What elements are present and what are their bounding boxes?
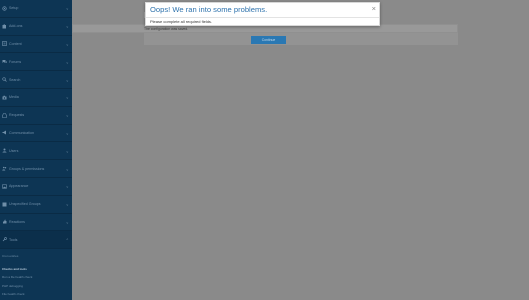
sidebar-item-requests[interactable]: Requests ⌄ <box>0 107 72 125</box>
sidebar-item-users[interactable]: Users ⌄ <box>0 142 72 161</box>
chevron-down-icon: ⌄ <box>65 23 69 29</box>
chevron-down-icon: ⌄ <box>65 41 69 47</box>
submenu-item[interactable]: File health check <box>2 290 70 299</box>
submenu-item[interactable]: Run a file health check <box>2 273 70 282</box>
chevron-down-icon: ⌄ <box>65 166 69 172</box>
sidebar-item-communication[interactable]: Communication ⌄ <box>0 125 72 143</box>
sidebar: Setup ⌄ Add-ons ⌄ Content ⌄ Forums ⌄ Sea… <box>0 0 72 300</box>
sidebar-item-search[interactable]: Search ⌄ <box>0 71 72 89</box>
chevron-down-icon: ⌄ <box>65 94 69 100</box>
sidebar-item-content[interactable]: Content ⌄ <box>0 36 72 54</box>
chevron-down-icon: ⌄ <box>65 183 69 189</box>
sidebar-item-add-ons[interactable]: Add-ons ⌄ <box>0 18 72 36</box>
sidebar-item-label: Tools <box>9 237 18 242</box>
sidebar-item-label: Groups & permissions <box>9 166 45 171</box>
image-icon <box>2 184 7 189</box>
wrench-icon <box>2 237 7 242</box>
sidebar-item-media[interactable]: Media ⌄ <box>0 89 72 107</box>
sidebar-item-label: Appearance <box>9 184 29 189</box>
sidebar-item-label: Users <box>9 148 19 153</box>
tools-submenu: Cron entries Checks and tools Run a file… <box>0 249 72 299</box>
submenu-heading: Checks and tools <box>2 266 27 271</box>
chevron-up-icon: ⌃ <box>65 237 69 243</box>
sidebar-item-groups-permissions[interactable]: Groups & permissions ⌄ <box>0 160 72 178</box>
chevron-down-icon: ⌄ <box>65 219 69 225</box>
sidebar-item-label: Content <box>9 41 22 46</box>
dialog-message: Please complete all required fields. <box>150 19 213 24</box>
chevron-down-icon: ⌄ <box>65 59 69 65</box>
sidebar-item-setup[interactable]: Setup ⌄ <box>0 0 72 18</box>
main-content-overlay <box>72 0 529 300</box>
submenu-item[interactable]: PHP debugging <box>2 282 70 291</box>
sidebar-item-label: Setup <box>9 6 19 11</box>
chevron-down-icon: ⌄ <box>65 201 69 207</box>
chevron-down-icon: ⌄ <box>65 112 69 118</box>
inbox-icon <box>2 112 7 118</box>
chevron-down-icon: ⌄ <box>65 130 69 136</box>
sidebar-item-label: Requests <box>9 113 25 118</box>
puzzle-icon <box>2 23 6 29</box>
content-icon <box>2 41 7 47</box>
dialog-header: Oops! We ran into some problems. × <box>146 3 379 18</box>
sidebar-item-label: Communication <box>9 130 34 135</box>
sidebar-item-label: Unspecified Groups <box>9 202 41 207</box>
sidebar-item-unspecified-groups[interactable]: Unspecified Groups ⌄ <box>0 196 72 214</box>
submenu-item-cron-entries[interactable]: Cron entries <box>2 252 70 261</box>
sidebar-item-label: Forums <box>9 59 22 64</box>
reaction-icon <box>3 219 7 224</box>
megaphone-icon <box>2 130 6 135</box>
sidebar-item-tools[interactable]: Tools ⌃ <box>0 231 72 250</box>
user-icon <box>2 148 7 153</box>
background-button-row <box>144 33 458 45</box>
error-dialog: Oops! We ran into some problems. × Pleas… <box>145 2 380 26</box>
camera-icon <box>2 95 7 100</box>
gear-icon <box>2 6 7 11</box>
search-icon <box>2 77 7 82</box>
continue-button[interactable]: Continue <box>251 36 286 44</box>
sidebar-item-label: Search <box>9 77 21 82</box>
background-message: The configuration was saved. <box>144 27 189 31</box>
chevron-down-icon: ⌄ <box>65 148 69 154</box>
chevron-down-icon: ⌄ <box>65 5 69 11</box>
chevron-down-icon: ⌄ <box>65 77 69 83</box>
forums-icon <box>2 60 7 64</box>
sidebar-item-label: Reactions <box>9 219 25 224</box>
close-icon[interactable]: × <box>372 5 376 13</box>
sidebar-item-appearance[interactable]: Appearance ⌄ <box>0 178 72 196</box>
sidebar-item-label: Add-ons <box>9 24 23 29</box>
dialog-title: Oops! We ran into some problems. <box>150 5 268 14</box>
sidebar-item-label: Media <box>9 95 19 100</box>
unspecified-groups-icon <box>2 202 7 207</box>
group-icon <box>2 166 7 171</box>
sidebar-item-forums[interactable]: Forums ⌄ <box>0 53 72 72</box>
sidebar-item-reactions[interactable]: Reactions ⌄ <box>0 214 72 232</box>
